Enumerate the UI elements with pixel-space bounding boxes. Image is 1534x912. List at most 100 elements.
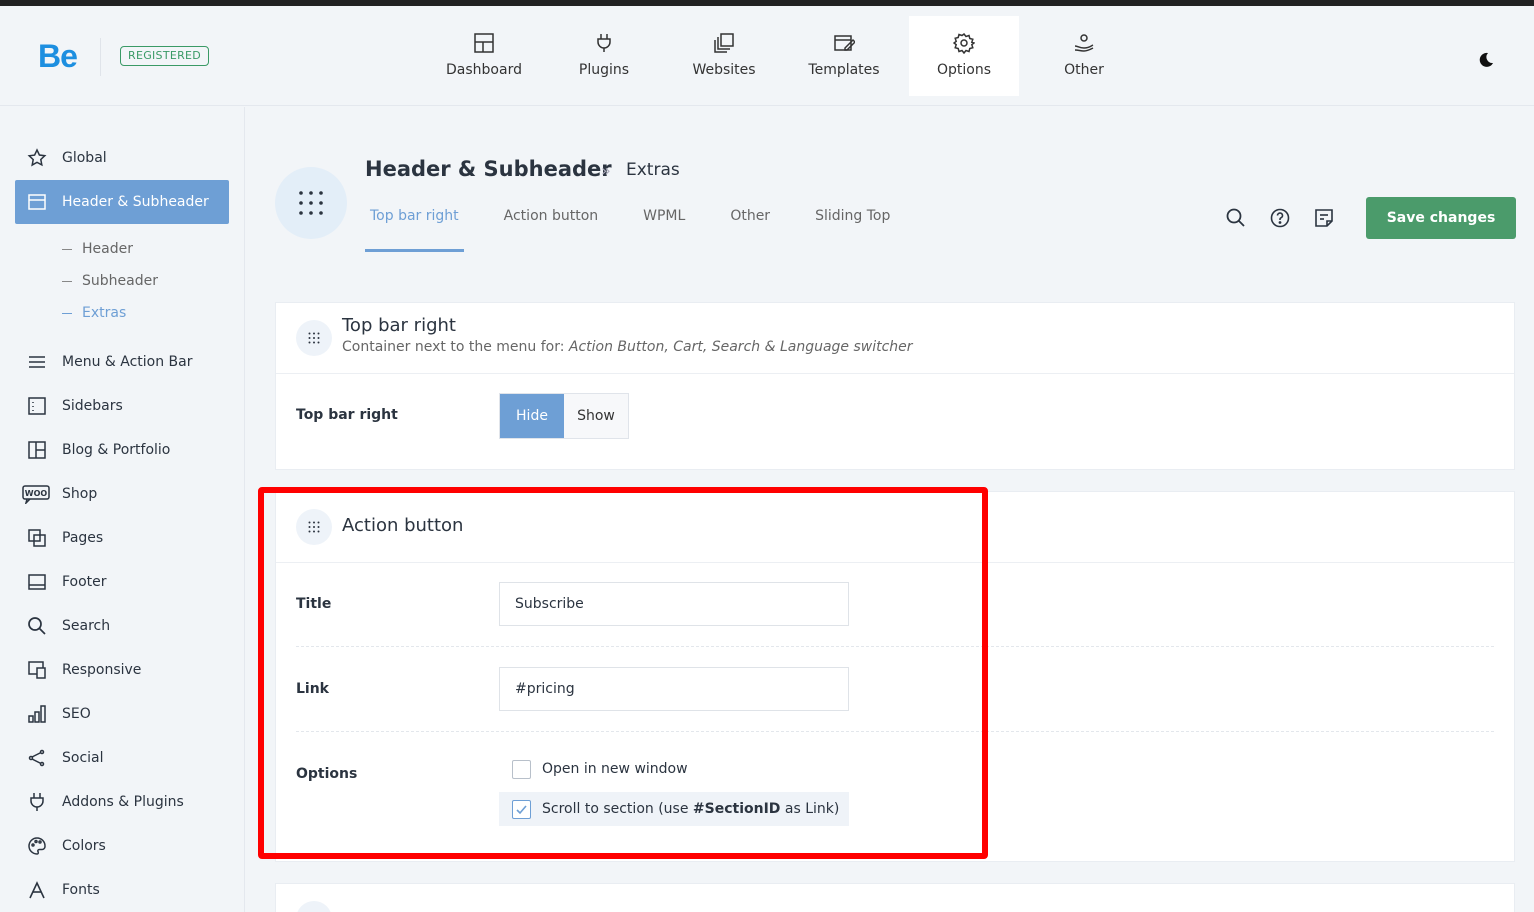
sidebar-item-blog-portfolio[interactable]: Blog & Portfolio <box>15 428 229 472</box>
sidebar-subitem-header[interactable]: Header <box>62 241 133 257</box>
blog-icon <box>28 441 46 459</box>
sidebar-item-social[interactable]: Social <box>15 736 229 780</box>
sidebar-item-seo[interactable]: SEO <box>15 692 229 736</box>
woo-icon: WOO <box>22 485 50 504</box>
sidebar-item-label: Menu & Action Bar <box>62 354 193 370</box>
breadcrumb-current: Extras <box>626 160 680 180</box>
sidebar-item-colors[interactable]: Colors <box>15 824 229 868</box>
sidebar-item-label: Colors <box>62 838 106 854</box>
option-text-suffix: as Link) <box>780 801 840 817</box>
options-sidebar: Global Header & Subheader Header Subhead… <box>0 107 245 912</box>
sidebar-item-label: Responsive <box>62 662 142 678</box>
sidebar-item-fonts[interactable]: Fonts <box>15 868 229 912</box>
action-button-card: Action button Title Link Options Open in… <box>275 491 1515 862</box>
brand-logo[interactable]: Be <box>38 38 78 75</box>
sidebar-subitem-subheader[interactable]: Subheader <box>62 273 158 289</box>
sidebar-item-label: Sidebars <box>62 398 123 414</box>
show-option[interactable]: Show <box>564 394 628 438</box>
sidebar-item-menu-action-bar[interactable]: Menu & Action Bar <box>15 340 229 384</box>
action-title-input[interactable] <box>499 582 849 626</box>
open-new-window-option[interactable]: Open in new window <box>499 752 688 786</box>
sidebar-item-label: Footer <box>62 574 107 590</box>
field-label-title: Title <box>296 596 332 612</box>
top-bar: Be REGISTERED Dashboard Plugins Websites… <box>0 6 1534 106</box>
tab-top-bar-right[interactable]: Top bar right <box>365 208 464 252</box>
sidebar-item-sidebars[interactable]: Sidebars <box>15 384 229 428</box>
tab-sliding-top[interactable]: Sliding Top <box>810 208 895 252</box>
notes-icon[interactable] <box>1313 207 1335 229</box>
checkmark-icon <box>516 804 527 814</box>
search-icon[interactable] <box>1225 207 1247 229</box>
sidebar-item-global[interactable]: Global <box>15 136 229 180</box>
subitem-label: Extras <box>82 305 127 321</box>
scroll-to-section-checkbox[interactable] <box>512 799 531 819</box>
nav-options[interactable]: Options <box>909 16 1019 96</box>
sidebar-item-label: Pages <box>62 530 104 546</box>
nav-plugins[interactable]: Plugins <box>544 16 664 96</box>
sidebar-item-addons-plugins[interactable]: Addons & Plugins <box>15 780 229 824</box>
search-icon <box>28 617 46 635</box>
row-divider <box>296 646 1494 647</box>
sidebar-item-footer[interactable]: Footer <box>15 560 229 604</box>
desc-prefix: Container next to the menu for: <box>342 339 569 355</box>
sidebar-item-label: Social <box>62 750 104 766</box>
nav-other[interactable]: Other <box>1024 16 1144 96</box>
option-label: Scroll to section (use #SectionID as Lin… <box>542 801 839 817</box>
card-title: Top bar right <box>342 315 456 336</box>
plug-icon <box>30 793 44 811</box>
dots-grid-icon <box>308 332 320 344</box>
sidebar-item-label: Search <box>62 618 111 634</box>
subitem-label: Header <box>82 241 133 257</box>
field-label-top-bar-right: Top bar right <box>296 407 398 423</box>
hide-option[interactable]: Hide <box>500 394 564 438</box>
nav-templates[interactable]: Templates <box>784 16 904 96</box>
websites-icon <box>714 33 734 53</box>
sidebar-item-label: Global <box>62 150 107 166</box>
palette-icon <box>28 837 46 855</box>
responsive-icon <box>28 661 46 679</box>
pages-icon <box>28 529 46 547</box>
nav-dashboard[interactable]: Dashboard <box>424 16 544 96</box>
star-icon <box>27 148 47 167</box>
header-icon <box>28 194 46 210</box>
dash-marker <box>62 248 72 250</box>
tab-other[interactable]: Other <box>725 208 775 252</box>
seo-icon <box>28 705 46 723</box>
section-icon-circle <box>275 167 347 239</box>
sidebar-item-label: Header & Subheader <box>62 194 209 210</box>
sidebar-item-responsive[interactable]: Responsive <box>15 648 229 692</box>
desc-italic: Action Button, Cart, Search & Language s… <box>568 339 913 355</box>
logo-divider <box>100 38 101 76</box>
action-link-input[interactable] <box>499 667 849 711</box>
card-icon-circle <box>296 901 332 912</box>
nav-label: Templates <box>808 62 880 78</box>
page-title: Header & Subheader <box>365 157 612 181</box>
scroll-to-section-option[interactable]: Scroll to section (use #SectionID as Lin… <box>499 792 849 826</box>
dark-mode-moon-icon[interactable] <box>1478 52 1494 68</box>
breadcrumb-separator: » <box>601 161 611 180</box>
sidebar-item-header-subheader[interactable]: Header & Subheader <box>15 180 229 224</box>
row-divider <box>296 731 1494 732</box>
tab-action-button[interactable]: Action button <box>499 208 603 252</box>
templates-icon <box>834 35 855 51</box>
sidebar-item-pages[interactable]: Pages <box>15 516 229 560</box>
sidebar-item-shop[interactable]: WOO Shop <box>15 472 229 516</box>
svg-text:WOO: WOO <box>25 489 48 498</box>
other-icon <box>1074 34 1094 52</box>
subitem-label: Subheader <box>82 273 158 289</box>
option-label: Open in new window <box>542 761 688 777</box>
card-header: Action button <box>276 492 1514 563</box>
sidebar-item-search[interactable]: Search <box>15 604 229 648</box>
open-new-window-checkbox[interactable] <box>512 759 531 779</box>
sidebar-subitem-extras[interactable]: Extras <box>62 305 126 321</box>
nav-websites[interactable]: Websites <box>664 16 784 96</box>
help-icon[interactable] <box>1269 207 1291 229</box>
dash-marker <box>62 312 72 314</box>
dots-grid-icon <box>308 521 320 533</box>
gear-icon <box>953 32 975 54</box>
sidebar-item-label: Blog & Portfolio <box>62 442 171 458</box>
option-text-bold: #SectionID <box>692 801 781 817</box>
tab-wpml[interactable]: WPML <box>638 208 690 252</box>
sidebar-item-label: SEO <box>62 706 91 722</box>
save-changes-button[interactable]: Save changes <box>1366 197 1516 239</box>
